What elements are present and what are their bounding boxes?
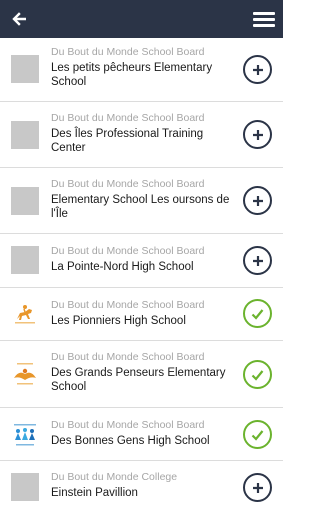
added-school-indicator[interactable] xyxy=(243,360,272,389)
school-text: Du Bout du Monde School Board Elementary… xyxy=(51,178,237,221)
school-row[interactable]: Du Bout du Monde School Board Les petits… xyxy=(0,38,283,102)
school-logo-placeholder xyxy=(11,473,39,501)
school-board-label: Du Bout du Monde School Board xyxy=(51,419,205,431)
school-row[interactable]: Du Bout du Monde School Board Les Pionni… xyxy=(0,288,283,341)
thinkers-logo xyxy=(11,360,39,388)
school-board-label: Du Bout du Monde School Board xyxy=(51,245,205,257)
school-text: Du Bout du Monde College Einstein Pavill… xyxy=(51,471,237,500)
checkmark-icon xyxy=(251,369,264,381)
menu-line xyxy=(253,11,275,15)
top-app-bar xyxy=(0,0,283,38)
school-name: La Pointe-Nord High School xyxy=(51,261,194,273)
people-logo xyxy=(11,421,39,449)
school-logo-placeholder xyxy=(11,55,39,83)
menu-line xyxy=(253,17,275,21)
school-logo-placeholder xyxy=(11,121,39,149)
added-school-indicator[interactable] xyxy=(243,420,272,449)
school-name: Einstein Pavillion xyxy=(51,487,138,499)
school-board-label: Du Bout du Monde College xyxy=(51,471,178,483)
horse-rider-logo xyxy=(11,299,39,327)
school-board-label: Du Bout du Monde School Board xyxy=(51,351,205,363)
hamburger-menu-button[interactable] xyxy=(253,8,275,30)
added-school-indicator[interactable] xyxy=(243,299,272,328)
checkmark-icon xyxy=(251,429,264,441)
school-name: Les petits pêcheurs Elementary School xyxy=(51,62,213,88)
school-board-label: Du Bout du Monde School Board xyxy=(51,178,205,190)
school-list: Du Bout du Monde School Board Les petits… xyxy=(0,38,283,512)
add-school-button[interactable] xyxy=(243,473,272,502)
school-board-label: Du Bout du Monde School Board xyxy=(51,112,205,124)
school-row[interactable]: Du Bout du Monde School Board Des Bonnes… xyxy=(0,408,283,461)
school-board-label: Du Bout du Monde School Board xyxy=(51,299,205,311)
menu-line xyxy=(253,23,275,27)
school-board-label: Du Bout du Monde School Board xyxy=(51,46,205,58)
school-row[interactable]: Du Bout du Monde College Einstein Pavill… xyxy=(0,461,283,512)
school-text: Du Bout du Monde School Board Des Grands… xyxy=(51,351,237,394)
back-button[interactable] xyxy=(6,6,32,32)
checkmark-icon xyxy=(251,308,264,320)
add-school-button[interactable] xyxy=(243,186,272,215)
school-row[interactable]: Du Bout du Monde School Board Des Îles P… xyxy=(0,102,283,168)
school-name: Elementary School Les oursons de l'Île xyxy=(51,194,230,220)
plus-icon xyxy=(252,64,263,75)
plus-icon xyxy=(252,482,263,493)
school-text: Du Bout du Monde School Board Les Pionni… xyxy=(51,299,237,328)
school-row[interactable]: Du Bout du Monde School Board Elementary… xyxy=(0,168,283,234)
school-text: Du Bout du Monde School Board Des Îles P… xyxy=(51,112,237,155)
school-name: Les Pionniers High School xyxy=(51,315,186,327)
back-arrow-icon xyxy=(12,12,26,26)
plus-icon xyxy=(252,255,263,266)
school-logo-placeholder xyxy=(11,246,39,274)
school-text: Du Bout du Monde School Board Les petits… xyxy=(51,46,237,89)
school-text: Du Bout du Monde School Board Des Bonnes… xyxy=(51,419,237,448)
plus-icon xyxy=(252,129,263,140)
school-row[interactable]: Du Bout du Monde School Board La Pointe-… xyxy=(0,234,283,288)
add-school-button[interactable] xyxy=(243,246,272,275)
add-school-button[interactable] xyxy=(243,120,272,149)
school-name: Des Îles Professional Training Center xyxy=(51,128,204,154)
school-logo-placeholder xyxy=(11,187,39,215)
school-text: Du Bout du Monde School Board La Pointe-… xyxy=(51,245,237,274)
plus-icon xyxy=(252,195,263,206)
add-school-button[interactable] xyxy=(243,55,272,84)
school-row[interactable]: Du Bout du Monde School Board Des Grands… xyxy=(0,341,283,408)
school-name: Des Grands Penseurs Elementary School xyxy=(51,367,226,393)
school-name: Des Bonnes Gens High School xyxy=(51,435,210,447)
